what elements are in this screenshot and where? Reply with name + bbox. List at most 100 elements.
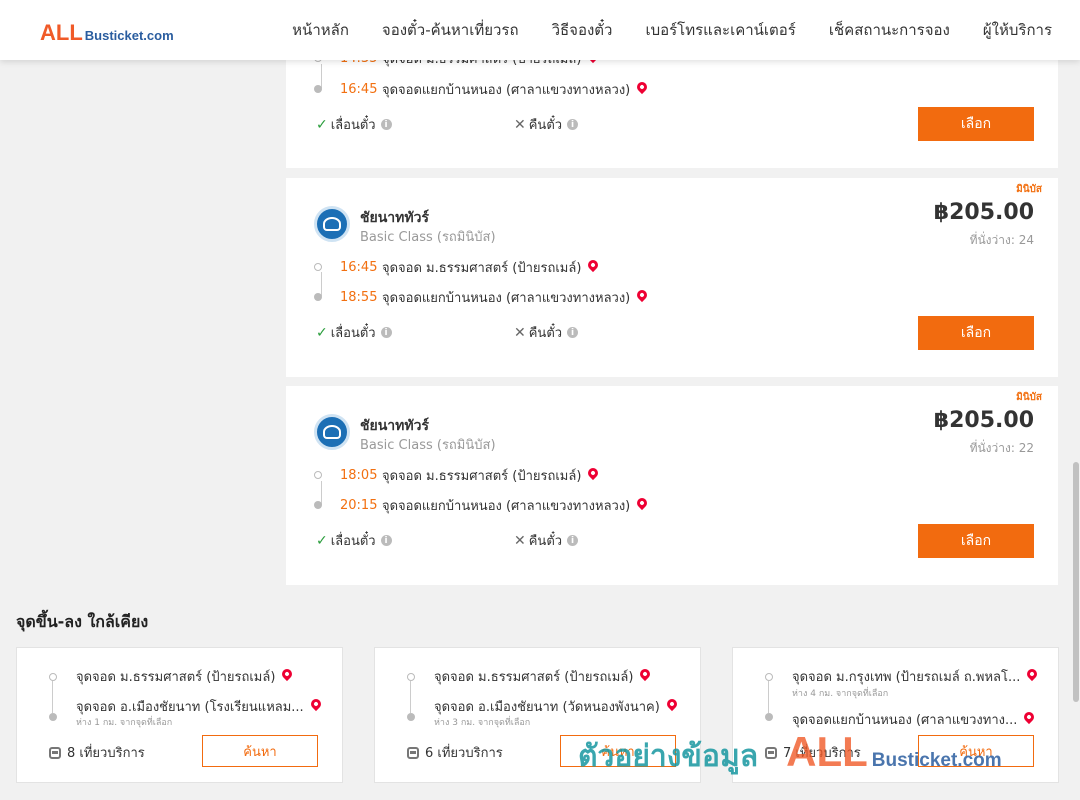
reschedule-label: เลื่อนตั๋ว bbox=[330, 534, 376, 549]
departure-time: 18:05 bbox=[340, 467, 378, 483]
seats-available: ที่นั่งว่าง: 22 bbox=[969, 441, 1034, 455]
map-pin-icon[interactable] bbox=[586, 465, 601, 481]
bus-icon bbox=[407, 746, 419, 759]
trip-count: 7 เที่ยวบริการ bbox=[765, 742, 861, 763]
arrival-time: 18:55 bbox=[340, 289, 378, 305]
from-dot bbox=[407, 673, 415, 681]
minibus-badge: มินิบัส bbox=[1016, 184, 1042, 195]
to-dot bbox=[765, 713, 773, 721]
nav-home[interactable]: หน้าหลัก bbox=[292, 18, 349, 42]
map-pin-icon[interactable] bbox=[635, 495, 650, 511]
map-pin-icon[interactable] bbox=[1022, 709, 1037, 725]
select-button[interactable]: เลือก bbox=[918, 107, 1034, 141]
arrival-stop: 20:15 จุดจอดแยกบ้านหนอง (ศาลาแขวงทางหลวง… bbox=[314, 495, 650, 515]
map-pin-icon[interactable] bbox=[635, 79, 650, 95]
arrival-place: จุดจอดแยกบ้านหนอง (ศาลาแขวงทางหลวง) bbox=[382, 498, 631, 514]
from-stop: จุดจอด ม.กรุงเทพ (ป้ายรถเมล์ ถ.พหลโ... bbox=[792, 666, 1040, 687]
bus-class: Basic Class (รถมินิบัส) bbox=[360, 438, 496, 453]
search-button[interactable]: ค้นหา bbox=[202, 735, 318, 767]
top-header: ALL Busticket.com หน้าหลัก จองตั๋ว-ค้นหา… bbox=[0, 0, 1080, 60]
info-icon[interactable]: i bbox=[380, 119, 392, 130]
search-button[interactable]: ค้นหา bbox=[560, 735, 676, 767]
from-dot bbox=[49, 673, 57, 681]
cross-icon: ✕ bbox=[514, 532, 526, 549]
cross-icon: ✕ bbox=[514, 116, 526, 133]
departure-stop: 16:45 จุดจอด ม.ธรรมศาสตร์ (ป้ายรถเมล์) bbox=[314, 257, 601, 277]
info-icon[interactable]: i bbox=[567, 535, 579, 546]
select-button[interactable]: เลือก bbox=[918, 316, 1034, 350]
logo-rest: Busticket.com bbox=[84, 28, 174, 43]
from-stop: จุดจอด ม.ธรรมศาสตร์ (ป้ายรถเมล์) bbox=[76, 666, 295, 687]
search-button[interactable]: ค้นหา bbox=[918, 735, 1034, 767]
nav-how-to-book[interactable]: วิธีจองตั๋ว bbox=[552, 18, 613, 42]
arrival-dot bbox=[314, 501, 322, 509]
nav-operators[interactable]: ผู้ให้บริการ bbox=[983, 18, 1052, 42]
nav-check-status[interactable]: เช็คสถานะการจอง bbox=[829, 18, 950, 42]
from-stop: จุดจอด ม.ธรรมศาสตร์ (ป้ายรถเมล์) bbox=[434, 666, 653, 687]
distance-note: ห่าง 1 กม. จากจุดที่เลือก bbox=[76, 718, 173, 728]
cross-icon: ✕ bbox=[514, 324, 526, 341]
distance-note: ห่าง 4 กม. จากจุดที่เลือก bbox=[792, 689, 889, 699]
scrollbar-thumb[interactable] bbox=[1073, 462, 1079, 702]
reschedule-policy[interactable]: ✓ เลื่อนตั๋ว i bbox=[316, 530, 392, 551]
bus-class: Basic Class (รถมินิบัส) bbox=[360, 230, 496, 245]
trip-count: 6 เที่ยวบริการ bbox=[407, 742, 503, 763]
nearby-card: จุดจอด ม.ธรรมศาสตร์ (ป้ายรถเมล์) จุดจอด … bbox=[16, 647, 343, 783]
check-icon: ✓ bbox=[316, 532, 328, 549]
main-nav: หน้าหลัก จองตั๋ว-ค้นหาเที่ยวรถ วิธีจองตั… bbox=[259, 0, 1052, 60]
seats-available: ที่นั่งว่าง: 24 bbox=[969, 233, 1034, 247]
refund-policy[interactable]: ✕ คืนตั๋ว i bbox=[514, 322, 579, 343]
info-icon[interactable]: i bbox=[567, 327, 579, 338]
map-pin-icon[interactable] bbox=[308, 696, 323, 712]
nearby-card: จุดจอด ม.กรุงเทพ (ป้ายรถเมล์ ถ.พหลโ... ห… bbox=[732, 647, 1059, 783]
nav-contact[interactable]: เบอร์โทรและเคาน์เตอร์ bbox=[645, 18, 795, 42]
info-icon[interactable]: i bbox=[380, 535, 392, 546]
nearby-section-title: จุดขึ้น-ลง ใกล้เคียง bbox=[16, 612, 149, 631]
to-dot bbox=[407, 713, 415, 721]
reschedule-label: เลื่อนตั๋ว bbox=[330, 118, 376, 133]
check-icon: ✓ bbox=[316, 116, 328, 133]
check-icon: ✓ bbox=[316, 324, 328, 341]
arrival-time: 20:15 bbox=[340, 497, 378, 513]
departure-dot bbox=[314, 471, 322, 479]
to-stop: จุดจอด อ.เมืองชัยนาท (โรงเรียนแหลม... bbox=[76, 696, 323, 717]
distance-note: ห่าง 3 กม. จากจุดที่เลือก bbox=[434, 718, 531, 728]
refund-policy[interactable]: ✕ คืนตั๋ว i bbox=[514, 114, 579, 135]
reschedule-policy[interactable]: ✓ เลื่อนตั๋ว i bbox=[316, 322, 392, 343]
company-logo bbox=[314, 206, 350, 242]
bus-icon bbox=[49, 746, 61, 759]
price: ฿205.00 bbox=[933, 408, 1034, 433]
refund-label: คืนตั๋ว bbox=[528, 534, 563, 549]
arrival-time: 16:45 bbox=[340, 81, 378, 97]
refund-label: คืนตั๋ว bbox=[528, 118, 563, 133]
select-button[interactable]: เลือก bbox=[918, 524, 1034, 558]
minibus-badge: มินิบัส bbox=[1016, 392, 1042, 403]
map-pin-icon[interactable] bbox=[664, 696, 679, 712]
refund-label: คืนตั๋ว bbox=[528, 326, 563, 341]
trip-card: มินิบัส ชัยนาททัวร์ Basic Class (รถมินิบ… bbox=[286, 386, 1058, 585]
nav-booking[interactable]: จองตั๋ว-ค้นหาเที่ยวรถ bbox=[382, 18, 519, 42]
site-logo[interactable]: ALL Busticket.com bbox=[40, 20, 174, 46]
map-pin-icon[interactable] bbox=[586, 257, 601, 273]
bus-icon bbox=[765, 746, 777, 759]
info-icon[interactable]: i bbox=[380, 327, 392, 338]
to-stop: จุดจอดแยกบ้านหนอง (ศาลาแขวงทาง... bbox=[792, 709, 1037, 730]
departure-time: 16:45 bbox=[340, 259, 378, 275]
arrival-place: จุดจอดแยกบ้านหนอง (ศาลาแขวงทางหลวง) bbox=[382, 290, 631, 306]
company-logo bbox=[314, 414, 350, 450]
departure-place: จุดจอด ม.ธรรมศาสตร์ (ป้ายรถเมล์) bbox=[382, 260, 582, 276]
map-pin-icon[interactable] bbox=[635, 287, 650, 303]
trip-count: 8 เที่ยวบริการ bbox=[49, 742, 145, 763]
price: ฿205.00 bbox=[933, 200, 1034, 225]
info-icon[interactable]: i bbox=[567, 119, 579, 130]
to-stop: จุดจอด อ.เมืองชัยนาท (วัดหนองพังนาค) bbox=[434, 696, 679, 717]
refund-policy[interactable]: ✕ คืนตั๋ว i bbox=[514, 530, 579, 551]
map-pin-icon[interactable] bbox=[280, 666, 295, 682]
reschedule-policy[interactable]: ✓ เลื่อนตั๋ว i bbox=[316, 114, 392, 135]
arrival-stop: 18:55 จุดจอดแยกบ้านหนอง (ศาลาแขวงทางหลวง… bbox=[314, 287, 650, 307]
reschedule-label: เลื่อนตั๋ว bbox=[330, 326, 376, 341]
arrival-place: จุดจอดแยกบ้านหนอง (ศาลาแขวงทางหลวง) bbox=[382, 82, 631, 98]
map-pin-icon[interactable] bbox=[638, 666, 653, 682]
departure-stop: 18:05 จุดจอด ม.ธรรมศาสตร์ (ป้ายรถเมล์) bbox=[314, 465, 601, 485]
map-pin-icon[interactable] bbox=[1025, 666, 1040, 682]
